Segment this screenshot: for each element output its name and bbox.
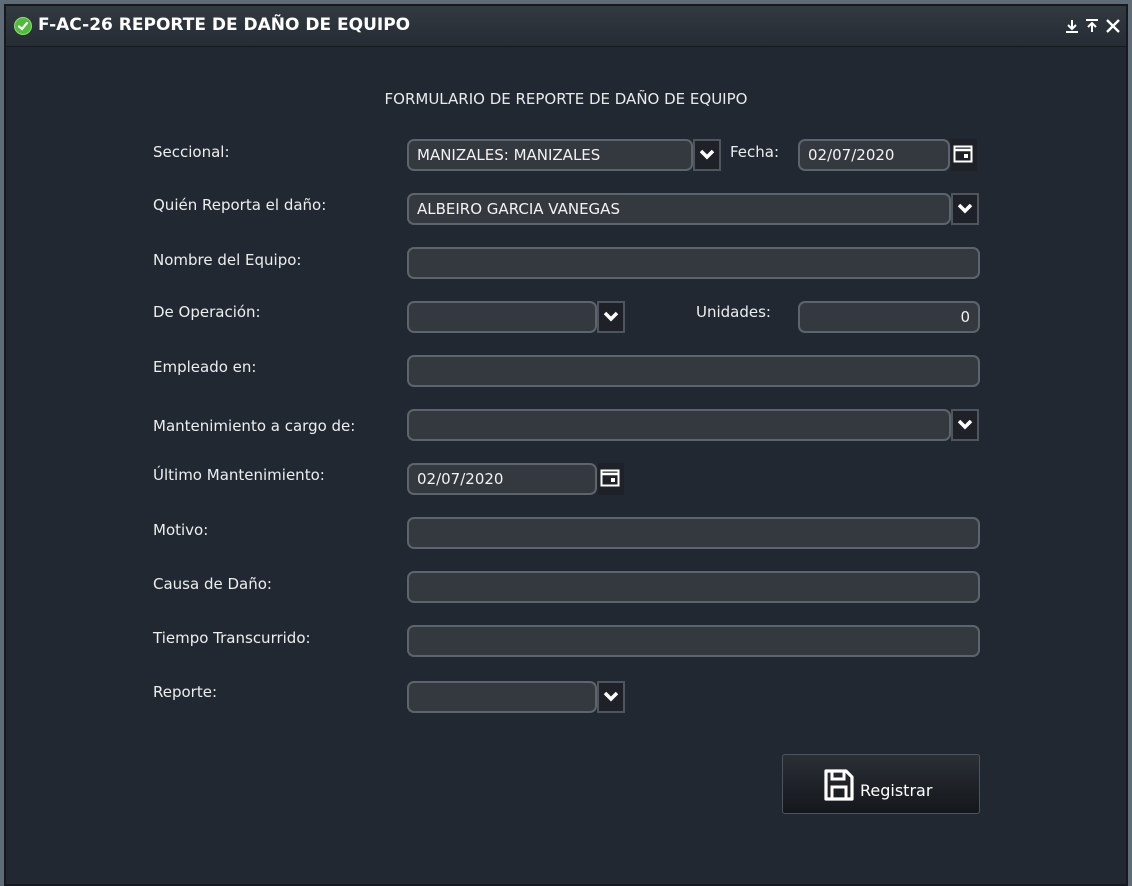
tiempo-transcurrido-label: Tiempo Transcurrido: (153, 629, 311, 647)
nombre-equipo-label: Nombre del Equipo: (153, 251, 302, 269)
chevron-down-icon (603, 691, 619, 702)
reporte-dropdown-button[interactable] (597, 681, 625, 713)
seccional-select[interactable]: MANIZALES: MANIZALES (407, 139, 693, 171)
window-title: F-AC-26 REPORTE DE DAÑO DE EQUIPO (38, 15, 411, 35)
download-icon[interactable] (1064, 18, 1080, 34)
close-icon[interactable] (1105, 18, 1121, 34)
reporte-select[interactable] (407, 681, 597, 713)
causa-dano-label: Causa de Daño: (153, 575, 272, 593)
fecha-calendar-button[interactable] (951, 139, 977, 171)
register-button[interactable]: Registrar (782, 754, 980, 814)
chevron-down-icon (957, 203, 973, 214)
chevron-down-icon (957, 419, 973, 430)
tiempo-transcurrido-input[interactable] (407, 625, 980, 657)
de-operacion-label: De Operación: (153, 303, 261, 321)
seccional-dropdown-button[interactable] (693, 139, 721, 171)
form-window: F-AC-26 REPORTE DE DAÑO DE EQUIPO FORMUL… (4, 4, 1128, 886)
register-button-label: Registrar (860, 781, 933, 800)
de-operacion-select[interactable] (407, 301, 597, 333)
empleado-en-input[interactable] (407, 355, 980, 387)
ultimo-mantenimiento-label: Último Mantenimiento: (153, 466, 325, 484)
motivo-label: Motivo: (153, 521, 209, 539)
title-bar[interactable]: F-AC-26 REPORTE DE DAÑO DE EQUIPO (6, 6, 1126, 47)
chevron-down-icon (699, 149, 715, 160)
fecha-label: Fecha: (730, 143, 780, 161)
de-operacion-dropdown-button[interactable] (597, 301, 625, 333)
form-heading: FORMULARIO DE REPORTE DE DAÑO DE EQUIPO (384, 90, 748, 108)
mantenimiento-cargo-dropdown-button[interactable] (951, 409, 979, 441)
ultimo-mantenimiento-input[interactable]: 02/07/2020 (407, 463, 597, 495)
seccional-label: Seccional: (153, 143, 230, 161)
mantenimiento-cargo-label: Mantenimiento a cargo de: (153, 417, 356, 435)
causa-dano-input[interactable] (407, 571, 980, 603)
unidades-label: Unidades: (696, 303, 771, 321)
calendar-icon (953, 145, 973, 163)
unidades-input[interactable]: 0 (798, 301, 980, 333)
reporte-label: Reporte: (153, 683, 218, 701)
pin-top-icon[interactable] (1084, 18, 1100, 34)
save-icon (824, 769, 854, 801)
fecha-input[interactable]: 02/07/2020 (798, 139, 950, 171)
empleado-en-label: Empleado en: (153, 358, 257, 376)
check-circle-icon (14, 17, 32, 35)
mantenimiento-cargo-select[interactable] (407, 409, 951, 441)
chevron-down-icon (603, 311, 619, 322)
quien-reporta-dropdown-button[interactable] (951, 193, 979, 225)
calendar-icon (600, 469, 620, 487)
quien-reporta-select[interactable]: ALBEIRO GARCIA VANEGAS (407, 193, 951, 225)
quien-reporta-label: Quién Reporta el daño: (153, 196, 327, 214)
motivo-input[interactable] (407, 517, 980, 549)
ultimo-mantenimiento-calendar-button[interactable] (598, 463, 624, 495)
nombre-equipo-input[interactable] (407, 247, 980, 279)
